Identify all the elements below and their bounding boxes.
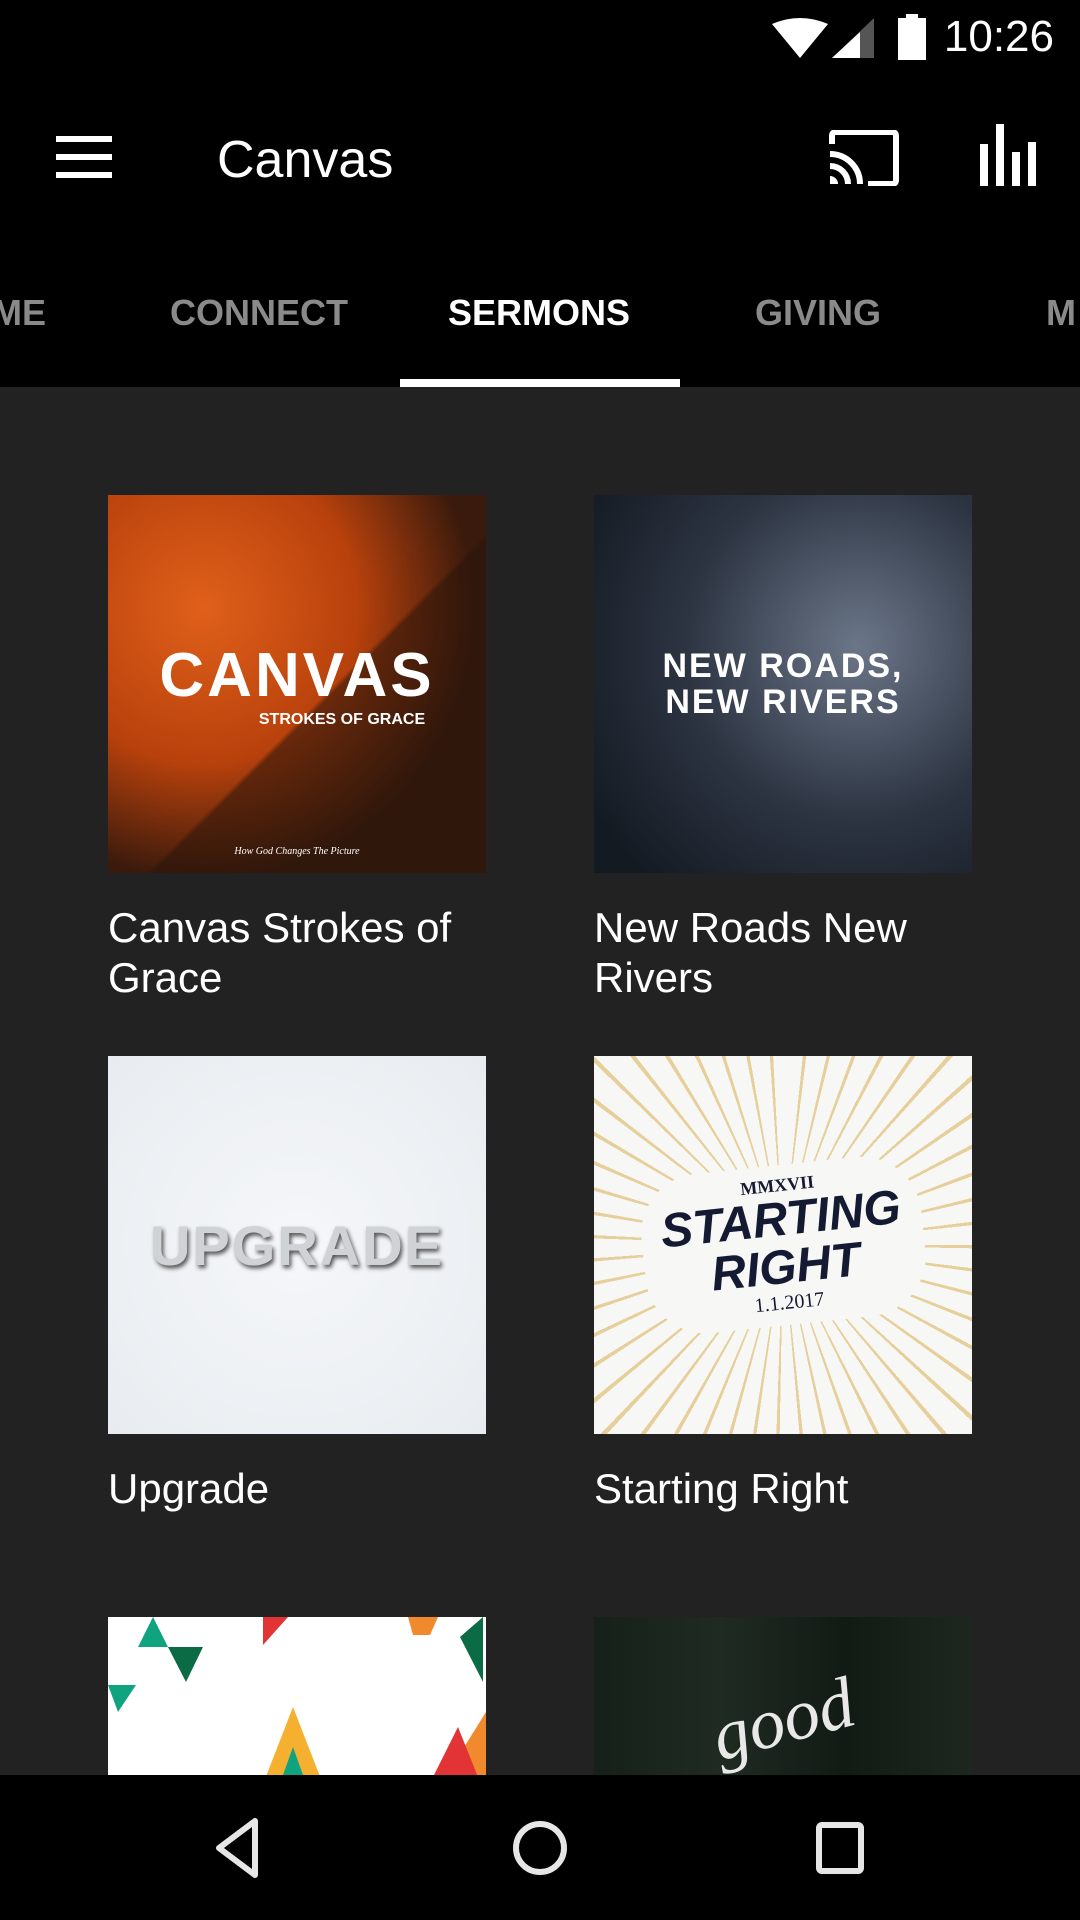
sermon-title: New Roads New Rivers <box>594 904 907 1001</box>
sermon-title: Upgrade <box>108 1465 270 1512</box>
tab-home[interactable]: ME <box>0 292 46 334</box>
home-icon[interactable] <box>505 1813 575 1883</box>
tab-giving[interactable]: GIVING <box>755 292 881 334</box>
sermon-artwork: good <box>594 1617 972 1775</box>
sermon-card[interactable]: good <box>594 1617 972 1775</box>
sermon-artwork <box>108 1617 486 1775</box>
sermon-artwork: CANVAS STROKES OF GRACE How God Changes … <box>108 495 486 873</box>
clock: 10:26 <box>943 12 1054 61</box>
toolbar: Canvas <box>0 78 1080 242</box>
tab-more[interactable]: M <box>1046 292 1076 334</box>
sermon-grid[interactable]: CANVAS STROKES OF GRACE How God Changes … <box>0 387 1080 1775</box>
equalizer-icon[interactable] <box>978 124 1038 186</box>
back-icon[interactable] <box>205 1813 275 1883</box>
sermon-card[interactable]: UPGRADE Upgrade <box>108 1056 486 1514</box>
tab-connect[interactable]: CONNECT <box>170 292 348 334</box>
tab-sermons[interactable]: SERMONS <box>448 292 630 334</box>
cellular-signal-icon <box>832 18 874 58</box>
sermon-card[interactable] <box>108 1617 486 1775</box>
menu-icon[interactable] <box>56 136 112 178</box>
battery-icon <box>898 14 926 60</box>
cast-icon[interactable] <box>828 130 900 186</box>
status-bar: 10:26 <box>0 0 1080 78</box>
sermon-title: Starting Right <box>594 1465 849 1512</box>
recents-icon[interactable] <box>805 1813 875 1883</box>
sermon-artwork: MMXVII STARTING RIGHT 1.1.2017 <box>594 1056 972 1434</box>
sermon-artwork: UPGRADE <box>108 1056 486 1434</box>
sermon-artwork: NEW ROADS, NEW RIVERS <box>594 495 972 873</box>
sermon-card[interactable]: CANVAS STROKES OF GRACE How God Changes … <box>108 495 486 1003</box>
tab-bar: ME CONNECT SERMONS GIVING M <box>0 242 1080 387</box>
active-tab-indicator <box>400 379 680 387</box>
sermon-title: Canvas Strokes of Grace <box>108 904 452 1001</box>
sermon-card[interactable]: MMXVII STARTING RIGHT 1.1.2017 Starting … <box>594 1056 972 1514</box>
sermon-card[interactable]: NEW ROADS, NEW RIVERS New Roads New Rive… <box>594 495 972 1003</box>
app-title: Canvas <box>217 131 394 189</box>
navigation-bar <box>0 1775 1080 1920</box>
